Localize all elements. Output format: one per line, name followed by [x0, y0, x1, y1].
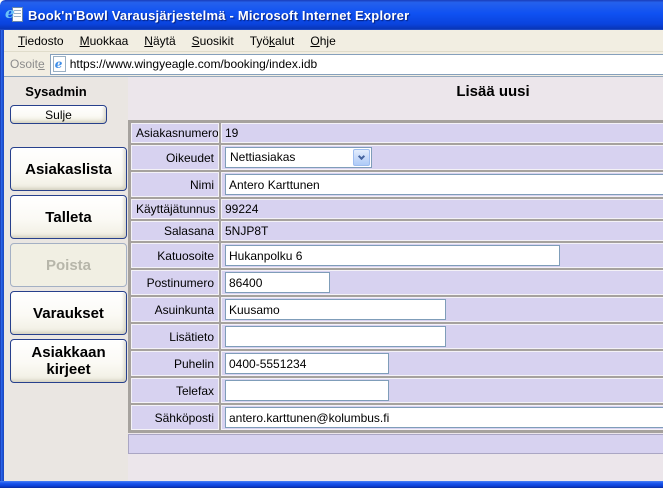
telefax-input[interactable] [225, 380, 389, 401]
ie-page-icon: e [53, 56, 66, 72]
oikeudet-label: Oikeudet [131, 145, 219, 170]
sahkoposti-value-cell [221, 405, 663, 430]
page-title: Lisää uusi [128, 83, 663, 100]
menu-item-muokkaa[interactable]: Muokkaa [72, 32, 137, 50]
url-text: https://www.wingyeagle.com/booking/index… [70, 57, 317, 71]
salasana-label: Salasana [131, 221, 219, 241]
form-row-katuosoite: Katuosoite [131, 243, 663, 268]
address-input[interactable]: e https://www.wingyeagle.com/booking/ind… [50, 54, 663, 75]
puhelin-value-cell [221, 351, 663, 376]
form-row-sahkoposti: Sähköposti [131, 405, 663, 430]
form-row-kayttajatunnus: Käyttäjätunnus 99224 [131, 199, 663, 219]
lisatieto-label: Lisätieto [131, 324, 219, 349]
katuosoite-input[interactable] [225, 245, 560, 266]
form-rows: Asiakasnumero19OikeudetNettiasiakasNimiK… [131, 123, 663, 430]
form-row-asiakasnumero: Asiakasnumero 19 [131, 123, 663, 143]
form-row-lisatieto: Lisätieto [131, 324, 663, 349]
asuinkunta-input[interactable] [225, 299, 446, 320]
menu-item-nyt[interactable]: Näytä [136, 32, 183, 50]
asuinkunta-label: Asuinkunta [131, 297, 219, 322]
form-row-asuinkunta: Asuinkunta [131, 297, 663, 322]
browser-window: e Book'n'Bowl Varausjärjestelmä - Micros… [0, 0, 663, 488]
talleta-button[interactable]: Talleta [10, 195, 127, 239]
form-row-postinumero: Postinumero [131, 270, 663, 295]
telefax-value-cell [221, 378, 663, 403]
lisatieto-value-cell [221, 324, 663, 349]
postinumero-value-cell [221, 270, 663, 295]
asiakasnumero-label: Asiakasnumero [131, 123, 219, 143]
window-bottom-border [0, 481, 663, 488]
nimi-value-cell [221, 172, 663, 197]
menu-bar: TiedostoMuokkaaNäytäSuosikitTyökalutOhje [4, 30, 663, 52]
poista-button[interactable]: Poista [10, 243, 127, 287]
nimi-input[interactable] [225, 174, 663, 195]
customer-form-table: Asiakasnumero19OikeudetNettiasiakasNimiK… [128, 120, 663, 433]
address-label: Osoite [10, 57, 45, 71]
sahkoposti-label: Sähköposti [131, 405, 219, 430]
kayttajatunnus-value-cell: 99224 [221, 199, 663, 219]
oikeudet-select[interactable]: Nettiasiakas [225, 147, 372, 168]
form-footer-strip [128, 434, 663, 454]
postinumero-label: Postinumero [131, 270, 219, 295]
oikeudet-value-cell: Nettiasiakas [221, 145, 663, 170]
title-bar: e Book'n'Bowl Varausjärjestelmä - Micros… [0, 0, 663, 30]
form-row-nimi: Nimi [131, 172, 663, 197]
lisatieto-input[interactable] [225, 326, 446, 347]
nimi-label: Nimi [131, 172, 219, 197]
sahkoposti-input[interactable] [225, 407, 663, 428]
varaukset-button[interactable]: Varaukset [10, 291, 127, 335]
asiakasnumero-value: 19 [225, 126, 238, 140]
form-row-telefax: Telefax [131, 378, 663, 403]
katuosoite-label: Katuosoite [131, 243, 219, 268]
salasana-value: 5NJP8T [225, 224, 268, 238]
ie-app-icon: e [6, 7, 23, 24]
asiakasnumero-value-cell: 19 [221, 123, 663, 143]
sulje-button[interactable]: Sulje [10, 105, 107, 124]
sidebar: Sysadmin Sulje AsiakaslistaTalletaPoista… [4, 77, 128, 481]
menu-item-suosikit[interactable]: Suosikit [184, 32, 242, 50]
menu-item-ohje[interactable]: Ohje [302, 32, 343, 50]
address-bar: Osoite e https://www.wingyeagle.com/book… [4, 52, 663, 77]
menu-item-tykalut[interactable]: Työkalut [242, 32, 303, 50]
main-content: Lisää uusi Asiakasnumero 19 Oikeudet Nettia… [128, 77, 663, 481]
role-label: Sysadmin [4, 84, 108, 99]
window-title: Book'n'Bowl Varausjärjestelmä - Microsof… [28, 8, 409, 23]
puhelin-input[interactable] [225, 353, 389, 374]
kayttajatunnus-value: 99224 [225, 202, 258, 216]
asiakkaan-kirjeet-button[interactable]: Asiakkaan kirjeet [10, 339, 127, 383]
menu-item-tiedosto[interactable]: Tiedosto [10, 32, 72, 50]
postinumero-input[interactable] [225, 272, 330, 293]
form-row-puhelin: Puhelin [131, 351, 663, 376]
salasana-value-cell: 5NJP8T [221, 221, 663, 241]
asiakaslista-button[interactable]: Asiakaslista [10, 147, 127, 191]
katuosoite-value-cell [221, 243, 663, 268]
kayttajatunnus-label: Käyttäjätunnus [131, 199, 219, 219]
form-row-oikeudet: Oikeudet Nettiasiakas [131, 145, 663, 170]
form-row-salasana: Salasana 5NJP8T [131, 221, 663, 241]
telefax-label: Telefax [131, 378, 219, 403]
chevron-down-icon[interactable] [353, 149, 370, 166]
puhelin-label: Puhelin [131, 351, 219, 376]
sidebar-nav: AsiakaslistaTalletaPoistaVarauksetAsiakk… [4, 147, 128, 383]
asuinkunta-value-cell [221, 297, 663, 322]
